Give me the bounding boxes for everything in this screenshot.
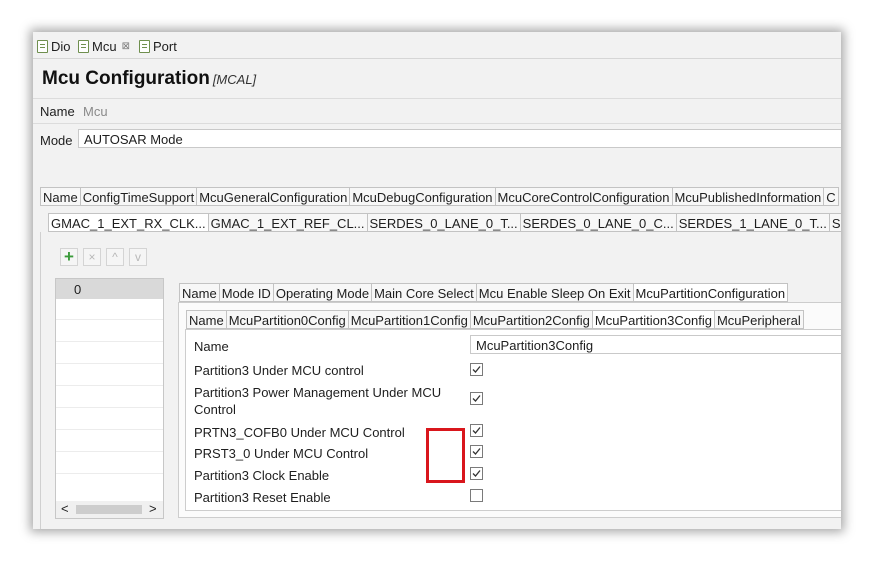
list-row-line	[56, 319, 163, 320]
partition-tab-3[interactable]: McuPartition3Config	[591, 310, 714, 329]
row-divider	[33, 123, 841, 124]
editor-tab-label: Mcu	[92, 39, 117, 54]
tab-mcu-core-control-configuration[interactable]: McuCoreControlConfiguration	[494, 187, 672, 206]
editor-tab-port[interactable]: Port	[139, 38, 177, 55]
detail-tab-sleep-on-exit[interactable]: Mcu Enable Sleep On Exit	[475, 283, 633, 302]
horizontal-scrollbar[interactable]: < >	[56, 501, 163, 518]
page-title: Mcu Configuration [MCAL]	[42, 68, 257, 89]
sub-tab-gmac-ref-clk[interactable]: GMAC_1_EXT_REF_CL...	[207, 213, 367, 232]
prop-label: Partition3 Clock Enable	[194, 468, 330, 483]
tab-config-time-support[interactable]: ConfigTimeSupport	[79, 187, 197, 206]
instance-list: 0 < >	[55, 278, 164, 519]
tab-mcu-debug-configuration[interactable]: McuDebugConfiguration	[349, 187, 495, 206]
tab-divider	[33, 58, 841, 59]
config-file-icon	[139, 40, 150, 53]
add-button[interactable]: +	[60, 247, 78, 266]
editor-tab-label: Port	[153, 39, 177, 54]
tab-overflow[interactable]: C	[823, 187, 839, 206]
partition-tab-1[interactable]: McuPartition1Config	[347, 310, 470, 329]
tab-mcu-general-configuration[interactable]: McuGeneralConfiguration	[196, 187, 350, 206]
config-file-icon	[37, 40, 48, 53]
list-row-line	[56, 473, 163, 474]
list-row-line	[56, 341, 163, 342]
mode-label: Mode	[40, 133, 73, 148]
partition-tab-bar: Name McuPartition0Config McuPartition1Co…	[186, 310, 804, 329]
sub-tab-serdes-0-t[interactable]: SERDES_0_LANE_0_T...	[366, 213, 520, 232]
sub-tab-serdes-1-t[interactable]: SERDES_1_LANE_0_T...	[675, 213, 829, 232]
detail-tab-name[interactable]: Name	[179, 283, 219, 302]
prop-label: Partition3 Under MCU control	[194, 363, 364, 378]
tab-mcu-published-information[interactable]: McuPublishedInformation	[671, 187, 824, 206]
clock-enable-checkbox[interactable]	[470, 467, 483, 480]
partition-tab-name[interactable]: Name	[186, 310, 226, 329]
prop-name-label: Name	[194, 339, 229, 354]
partition-tab-2[interactable]: McuPartition2Config	[469, 310, 592, 329]
partition-name-field[interactable]: McuPartition3Config	[470, 335, 841, 354]
sub-tab-serdes-1-c[interactable]: SERDES_1_LANE_0_C...	[828, 213, 841, 232]
move-up-button[interactable]: ^	[106, 248, 124, 266]
prtn3-cofb0-checkbox[interactable]	[470, 424, 483, 437]
list-row-line	[56, 429, 163, 430]
main-tab-bar: Name ConfigTimeSupport McuGeneralConfigu…	[40, 187, 839, 206]
power-management-checkbox[interactable]	[470, 392, 483, 405]
checkmark-icon	[472, 470, 481, 477]
list-row-line	[56, 451, 163, 452]
checkmark-icon	[472, 395, 481, 402]
list-row-line	[56, 385, 163, 386]
editor-tab-dio[interactable]: Dio	[37, 38, 71, 55]
list-row-line	[56, 407, 163, 408]
sub-tab-bar: GMAC_1_EXT_RX_CLK... GMAC_1_EXT_REF_CL..…	[48, 213, 841, 232]
checkmark-icon	[472, 427, 481, 434]
scrollbar-thumb[interactable]	[76, 505, 142, 514]
mode-field[interactable]: AUTOSAR Mode	[78, 129, 841, 148]
scroll-right-icon[interactable]: >	[149, 501, 157, 516]
detail-tab-operating-mode[interactable]: Operating Mode	[272, 283, 372, 302]
highlight-box	[426, 428, 465, 483]
reset-enable-checkbox[interactable]	[470, 489, 483, 502]
scroll-left-icon[interactable]: <	[61, 501, 69, 516]
prop-label: Partition3 Power Management Under MCU Co…	[194, 385, 442, 417]
list-item-label: 0	[74, 282, 82, 297]
prop-label: PRST3_0 Under MCU Control	[194, 446, 369, 461]
move-down-button[interactable]: v	[129, 248, 147, 266]
title-tag: [MCAL]	[212, 72, 257, 87]
detail-tab-mode-id[interactable]: Mode ID	[218, 283, 273, 302]
detail-tab-partition-configuration[interactable]: McuPartitionConfiguration	[632, 283, 789, 302]
remove-button[interactable]: ×	[83, 248, 101, 266]
header-divider	[33, 98, 841, 99]
checkmark-icon	[472, 366, 481, 373]
prop-label: Partition3 Reset Enable	[194, 490, 331, 505]
detail-tab-main-core-select[interactable]: Main Core Select	[371, 283, 476, 302]
name-label: Name	[40, 104, 75, 119]
sub-tab-gmac-rx-clk[interactable]: GMAC_1_EXT_RX_CLK...	[48, 213, 208, 232]
sub-tab-serdes-0-c[interactable]: SERDES_0_LANE_0_C...	[519, 213, 676, 232]
partition-tab-0[interactable]: McuPartition0Config	[225, 310, 348, 329]
name-value: Mcu	[83, 104, 108, 119]
partition-under-mcu-control-checkbox[interactable]	[470, 363, 483, 376]
config-file-icon	[78, 40, 89, 53]
prst3-0-checkbox[interactable]	[470, 445, 483, 458]
partition-tab-peripheral[interactable]: McuPeripheral	[713, 310, 804, 329]
prop-label: PRTN3_COFB0 Under MCU Control	[194, 425, 405, 440]
tab-name[interactable]: Name	[40, 187, 80, 206]
checkmark-icon	[472, 448, 481, 455]
close-tab-icon[interactable]: ⊠	[122, 41, 130, 52]
editor-tab-mcu[interactable]: Mcu ⊠	[78, 38, 130, 55]
editor-tab-label: Dio	[51, 39, 71, 54]
list-row-line	[56, 363, 163, 364]
list-item[interactable]: 0	[56, 279, 163, 299]
detail-tab-bar: Name Mode ID Operating Mode Main Core Se…	[179, 283, 789, 302]
